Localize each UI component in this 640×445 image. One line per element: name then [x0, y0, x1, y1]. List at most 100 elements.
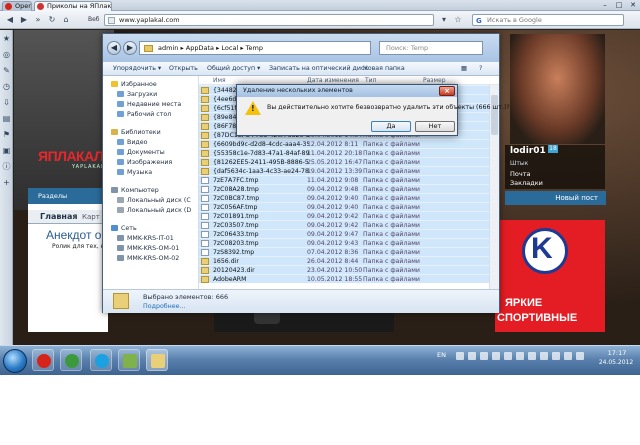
forward-icon[interactable]: ▶: [18, 14, 30, 26]
nav-libraries[interactable]: Библиотеки: [111, 128, 161, 137]
scrollbar-thumb[interactable]: [491, 95, 498, 135]
search-input[interactable]: G Искать в Google: [472, 14, 624, 26]
clock-time[interactable]: 17:17: [600, 349, 634, 357]
file-row[interactable]: {81262EE5-2411-495B-8886-5A26F5E4C7E...2…: [199, 157, 489, 166]
nav-music[interactable]: Музыка: [117, 168, 152, 177]
nav-recent[interactable]: Недавние места: [117, 100, 181, 109]
file-row[interactable]: 7zC06433.tmp 09.04.2012 9:47 Папка с файла…: [199, 229, 489, 238]
nav-network-pc[interactable]: MMK-KRS-IT-01: [117, 234, 174, 243]
tab-main[interactable]: Главная: [40, 212, 77, 221]
column-date[interactable]: Дата изменения: [307, 77, 359, 84]
file-row[interactable]: 1656.dir 26.04.2012 8:44 Папка с файлами: [199, 256, 489, 265]
fast-forward-icon[interactable]: »: [32, 14, 44, 26]
file-row[interactable]: {55358c1e-7d83-47a1-84af-89ad85ad83f3}11…: [199, 148, 489, 157]
nav-computer[interactable]: Компьютер: [111, 186, 159, 195]
file-row[interactable]: 7zC08A28.tmp 09.04.2012 9:48 Папка с файла…: [199, 184, 489, 193]
tab-yaplakal[interactable]: Приколы на ЯПлакалъ: [34, 1, 112, 11]
site-logo[interactable]: ЯПЛАКАЛ: [38, 148, 104, 164]
nav-favorites[interactable]: Избранное: [111, 80, 157, 89]
sections-label[interactable]: Разделы: [38, 192, 67, 200]
column-size[interactable]: Размер: [423, 77, 446, 84]
bookmark-star-icon[interactable]: ☆: [452, 14, 464, 26]
file-row[interactable]: 7zC0BC87.tmp 09.04.2012 9:40 Папка с файла…: [199, 193, 489, 202]
volume-tray-icon[interactable]: [576, 352, 584, 360]
home-icon[interactable]: ⌂: [60, 14, 72, 26]
minimize-icon[interactable]: –: [598, 0, 612, 10]
nav-desktop[interactable]: Рабочий стол: [117, 110, 171, 119]
back-icon[interactable]: ◀: [107, 41, 121, 55]
tray-icon[interactable]: [552, 352, 560, 360]
tray-icon[interactable]: [504, 352, 512, 360]
add-panel-icon[interactable]: +: [2, 178, 11, 187]
file-row[interactable]: 7zC03507.tmp 09.04.2012 9:42 Папка с файла…: [199, 220, 489, 229]
clock-date[interactable]: 24.05.2012: [596, 359, 636, 366]
language-indicator[interactable]: EN: [437, 351, 446, 359]
post-headline[interactable]: Анекдот о: [46, 228, 101, 242]
nav-pictures[interactable]: Изображения: [117, 158, 172, 167]
open-button[interactable]: Открыть: [169, 65, 198, 72]
network-tray-icon[interactable]: [564, 352, 572, 360]
breadcrumb-appdata[interactable]: AppData: [186, 44, 214, 52]
history-panel-icon[interactable]: ◷: [2, 82, 11, 91]
info-panel-icon[interactable]: ⓘ: [2, 162, 11, 171]
share-button[interactable]: Общий доступ ▾: [207, 65, 260, 72]
nav-video[interactable]: Видео: [117, 138, 148, 147]
tray-icon[interactable]: [456, 352, 464, 360]
dropdown-icon[interactable]: ▾: [438, 14, 450, 26]
file-row[interactable]: 20120423.dir 23.04.2012 10:50 Папка с файл…: [199, 265, 489, 274]
reload-icon[interactable]: ↻: [46, 14, 58, 26]
tray-icon[interactable]: [528, 352, 536, 360]
nav-network[interactable]: Сеть: [111, 224, 137, 233]
taskbar-utorrent[interactable]: [60, 349, 82, 371]
start-button[interactable]: [3, 349, 27, 373]
explorer-search-input[interactable]: Поиск: Temp: [379, 41, 483, 55]
taskbar-skype[interactable]: [90, 349, 112, 371]
windows-panel-icon[interactable]: ▣: [2, 146, 11, 155]
forward-icon[interactable]: ▶: [123, 41, 137, 55]
burn-button[interactable]: Записать на оптический диск: [269, 65, 368, 72]
maximize-icon[interactable]: □: [612, 0, 626, 10]
file-row[interactable]: AdobeARM 10.05.2012 18:55 Папка с файлами: [199, 274, 489, 283]
username[interactable]: lodir01: [510, 146, 546, 156]
url-input[interactable]: www.yaplakal.com: [104, 14, 434, 26]
address-breadcrumb[interactable]: admin ▸ AppData ▸ Local ▸ Temp: [139, 41, 371, 55]
file-row[interactable]: 7zC08203.tmp 09.04.2012 9:43 Папка с файла…: [199, 238, 489, 247]
nav-disk-c[interactable]: Локальный диск (C: [117, 196, 191, 205]
more-details-link[interactable]: Подробнее...: [143, 303, 186, 310]
column-name[interactable]: Имя: [213, 77, 226, 84]
widgets-panel-icon[interactable]: ◎: [2, 50, 11, 59]
mail-link[interactable]: Почта: [510, 170, 530, 178]
nav-network-pc[interactable]: MMK-KRS-OM-02: [117, 254, 179, 263]
yes-button[interactable]: Да: [371, 121, 411, 132]
file-row[interactable]: {6609bd9c-d2d8-4cdc-aaa4-3541d13530fa}12…: [199, 139, 489, 148]
tray-icon[interactable]: [516, 352, 524, 360]
tab-other[interactable]: Карт: [82, 213, 100, 221]
file-row[interactable]: {daf5634c-1aa3-4c33-ae24-786a370635d2}19…: [199, 166, 489, 175]
breadcrumb-admin[interactable]: admin: [158, 44, 178, 52]
downloads-panel-icon[interactable]: ⇩: [2, 98, 11, 107]
links-panel-icon[interactable]: ⚑: [2, 130, 11, 139]
taskbar-opera[interactable]: [32, 349, 54, 371]
nav-downloads[interactable]: Загрузки: [117, 90, 157, 99]
tray-icon[interactable]: [468, 352, 476, 360]
nav-disk-d[interactable]: Локальный диск (D: [117, 206, 191, 215]
bookmarks-panel-icon[interactable]: ★: [2, 34, 11, 43]
dialog-close-button[interactable]: ×: [439, 86, 455, 96]
new-post-button[interactable]: Новый пост: [505, 191, 606, 205]
nav-documents[interactable]: Документы: [117, 148, 165, 157]
tray-icon[interactable]: [540, 352, 548, 360]
breadcrumb-temp[interactable]: Temp: [246, 44, 263, 52]
file-row[interactable]: 7zE7A7FC.tmp 11.04.2012 9:08 Папка с файла…: [199, 175, 489, 184]
taskbar-explorer[interactable]: [146, 349, 168, 371]
breadcrumb-local[interactable]: Local: [221, 44, 238, 52]
back-icon[interactable]: ◀: [4, 14, 16, 26]
file-list-scrollbar[interactable]: [489, 85, 499, 289]
nav-network-pc[interactable]: MMK-KRS-OM-01: [117, 244, 179, 253]
taskbar-app[interactable]: [118, 349, 140, 371]
bookmarks-link[interactable]: Закладки: [510, 179, 543, 187]
file-row[interactable]: 7zS8392.tmp 07.04.2012 8:36 Папка с файлам…: [199, 247, 489, 256]
file-row[interactable]: 7zC056AF.tmp 09.04.2012 9:40 Папка с файла…: [199, 202, 489, 211]
view-options-icon[interactable]: ▦: [461, 65, 467, 72]
help-icon[interactable]: ?: [479, 65, 482, 72]
column-type[interactable]: Тип: [365, 77, 377, 84]
